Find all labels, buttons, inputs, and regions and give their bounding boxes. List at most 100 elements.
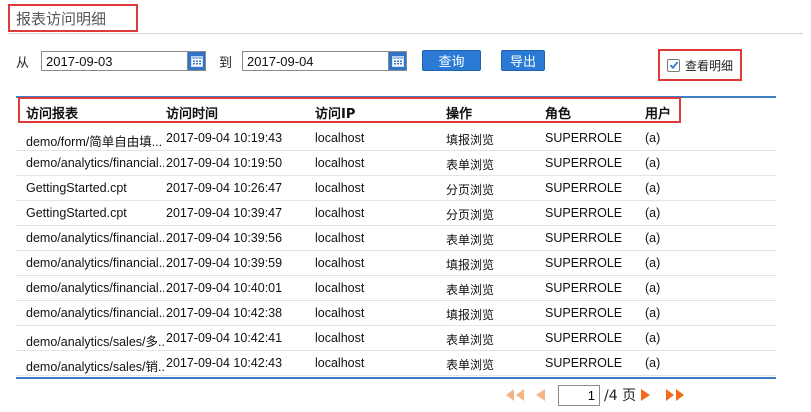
row-time: 2017-09-04 10:42:38 [166,306,283,320]
from-label: 从 [16,55,30,71]
row-report: demo/analytics/sales/多... [26,335,164,349]
row-role: SUPERROLE [545,281,623,295]
row-role: SUPERROLE [545,206,623,220]
view-detail-toggle[interactable]: 查看明细 [658,49,742,81]
calendar-icon[interactable] [187,52,206,70]
row-operation: 填报浏览 [446,258,495,272]
row-operation: 表单浏览 [446,358,495,372]
left-arrow-icon[interactable] [534,388,546,402]
export-button[interactable]: 导出 [501,50,545,71]
from-date-input[interactable] [42,52,188,70]
page-number-input[interactable] [558,384,600,406]
row-ip: localhost [315,206,365,220]
row-operation: 表单浏览 [446,333,495,347]
query-button[interactable]: 查询 [422,50,481,71]
row-time: 2017-09-04 10:42:41 [166,331,283,345]
row-user: (a) [645,156,661,170]
row-operation: 表单浏览 [446,233,495,247]
column-header-role: 角色 [545,107,572,122]
pagination: /4 页 [504,384,686,406]
from-date-field[interactable] [41,51,207,71]
row-time: 2017-09-04 10:19:50 [166,156,283,170]
row-operation: 表单浏览 [446,158,495,172]
row-role: SUPERROLE [545,256,623,270]
row-ip: localhost [315,181,365,195]
page-title-box: 报表访问明细 [8,4,138,32]
table-row: demo/analytics/sales/销... 2017-09-04 10:4… [16,351,776,376]
row-report: demo/analytics/financial... [26,281,164,295]
row-time: 2017-09-04 10:40:01 [166,281,283,295]
table-bottom-border [16,377,776,379]
row-report: demo/analytics/financial... [26,156,164,170]
table-row: demo/analytics/financial... 2017-09-04 10… [16,226,776,251]
page-total: /4 页 [604,388,637,404]
column-header-report: 访问报表 [26,107,79,122]
view-detail-label: 查看明细 [685,58,734,73]
row-role: SUPERROLE [545,181,623,195]
table-row: demo/analytics/financial... 2017-09-04 10… [16,276,776,301]
to-date-field[interactable] [242,51,408,71]
column-header-time: 访问时间 [166,107,219,122]
row-ip: localhost [315,356,365,370]
to-label: 到 [219,55,233,71]
row-time: 2017-09-04 10:39:47 [166,206,283,220]
view-detail-checkbox[interactable] [667,58,680,72]
row-time: 2017-09-04 10:42:43 [166,356,283,370]
double-left-arrow-icon[interactable] [504,388,526,402]
calendar-icon[interactable] [388,52,407,70]
right-arrow-icon[interactable] [640,388,652,402]
row-ip: localhost [315,131,365,145]
table-row: demo/analytics/sales/多... 2017-09-04 10:4… [16,326,776,351]
row-ip: localhost [315,281,365,295]
row-user: (a) [645,356,661,370]
table-row: GettingStarted.cpt 2017-09-04 10:39:47 loc… [16,201,776,226]
row-role: SUPERROLE [545,231,623,245]
row-ip: localhost [315,256,365,270]
table-row: demo/analytics/financial... 2017-09-04 10… [16,301,776,326]
row-user: (a) [645,181,661,195]
row-report: demo/analytics/financial... [26,256,164,270]
row-time: 2017-09-04 10:19:43 [166,131,283,145]
double-right-arrow-icon[interactable] [664,388,686,402]
row-role: SUPERROLE [545,156,623,170]
row-user: (a) [645,281,661,295]
row-report: demo/analytics/financial... [26,306,164,320]
row-time: 2017-09-04 10:26:47 [166,181,283,195]
row-role: SUPERROLE [545,131,623,145]
title-divider [8,33,803,34]
column-header-operation: 操作 [446,107,473,122]
table-row: demo/analytics/financial... 2017-09-04 10… [16,151,776,176]
row-user: (a) [645,306,661,320]
row-report: GettingStarted.cpt [26,181,127,195]
table-row: demo/form/简单自由填... 2017-09-04 10:19:43 loc… [16,126,776,151]
column-header-ip: 访问IP [315,107,356,122]
row-operation: 分页浏览 [446,208,495,222]
row-role: SUPERROLE [545,356,623,370]
to-date-input[interactable] [243,52,389,70]
row-role: SUPERROLE [545,331,623,345]
row-report: demo/analytics/financial... [26,231,164,245]
table-row: GettingStarted.cpt 2017-09-04 10:26:47 loc… [16,176,776,201]
row-ip: localhost [315,306,365,320]
row-report: GettingStarted.cpt [26,206,127,220]
row-report: demo/form/简单自由填... [26,135,163,149]
row-operation: 填报浏览 [446,308,495,322]
row-user: (a) [645,206,661,220]
row-role: SUPERROLE [545,306,623,320]
row-ip: localhost [315,331,365,345]
checkmark-icon [669,61,678,70]
row-time: 2017-09-04 10:39:56 [166,231,283,245]
row-report: demo/analytics/sales/销... [26,360,164,374]
page-title: 报表访问明细 [16,9,107,28]
date-filter-row: 从 到 [16,50,408,72]
row-user: (a) [645,231,661,245]
row-operation: 填报浏览 [446,133,495,147]
row-operation: 表单浏览 [446,283,495,297]
column-header-user: 用户 [645,107,672,122]
table-row: demo/analytics/financial... 2017-09-04 10… [16,251,776,276]
row-ip: localhost [315,156,365,170]
row-user: (a) [645,256,661,270]
row-time: 2017-09-04 10:39:59 [166,256,283,270]
row-operation: 分页浏览 [446,183,495,197]
row-ip: localhost [315,231,365,245]
